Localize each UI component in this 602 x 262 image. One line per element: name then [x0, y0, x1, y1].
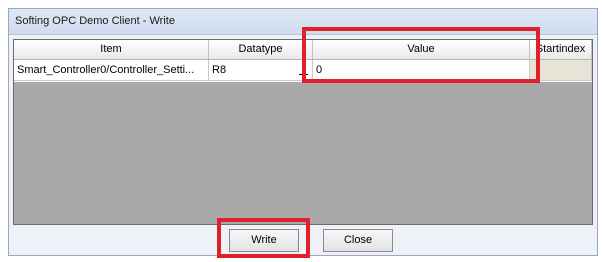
- close-button[interactable]: Close: [323, 229, 393, 252]
- write-button[interactable]: Write: [229, 229, 299, 252]
- dialog-footer: Write Close: [13, 229, 593, 253]
- column-header-item[interactable]: Item: [14, 40, 209, 59]
- write-items-grid: Item Datatype Value Startindex Smart_Con…: [13, 39, 593, 225]
- dropdown-arrow-icon[interactable]: [299, 65, 308, 75]
- startindex-cell[interactable]: [530, 60, 592, 81]
- value-input-cell[interactable]: 0: [313, 60, 530, 81]
- datatype-value: R8: [212, 64, 227, 76]
- write-dialog: Softing OPC Demo Client - Write Item Dat…: [8, 8, 598, 256]
- title-bar: Softing OPC Demo Client - Write: [9, 9, 597, 35]
- column-header-value[interactable]: Value: [313, 40, 530, 59]
- column-header-datatype[interactable]: Datatype: [209, 40, 313, 59]
- grid-header: Item Datatype Value Startindex: [14, 40, 592, 60]
- datatype-combo[interactable]: R8: [209, 60, 313, 81]
- column-header-startindex[interactable]: Startindex: [530, 40, 592, 59]
- window-title: Softing OPC Demo Client - Write: [15, 15, 175, 27]
- table-row[interactable]: Smart_Controller0/Controller_Setti... R8…: [14, 60, 592, 82]
- item-cell[interactable]: Smart_Controller0/Controller_Setti...: [14, 60, 209, 81]
